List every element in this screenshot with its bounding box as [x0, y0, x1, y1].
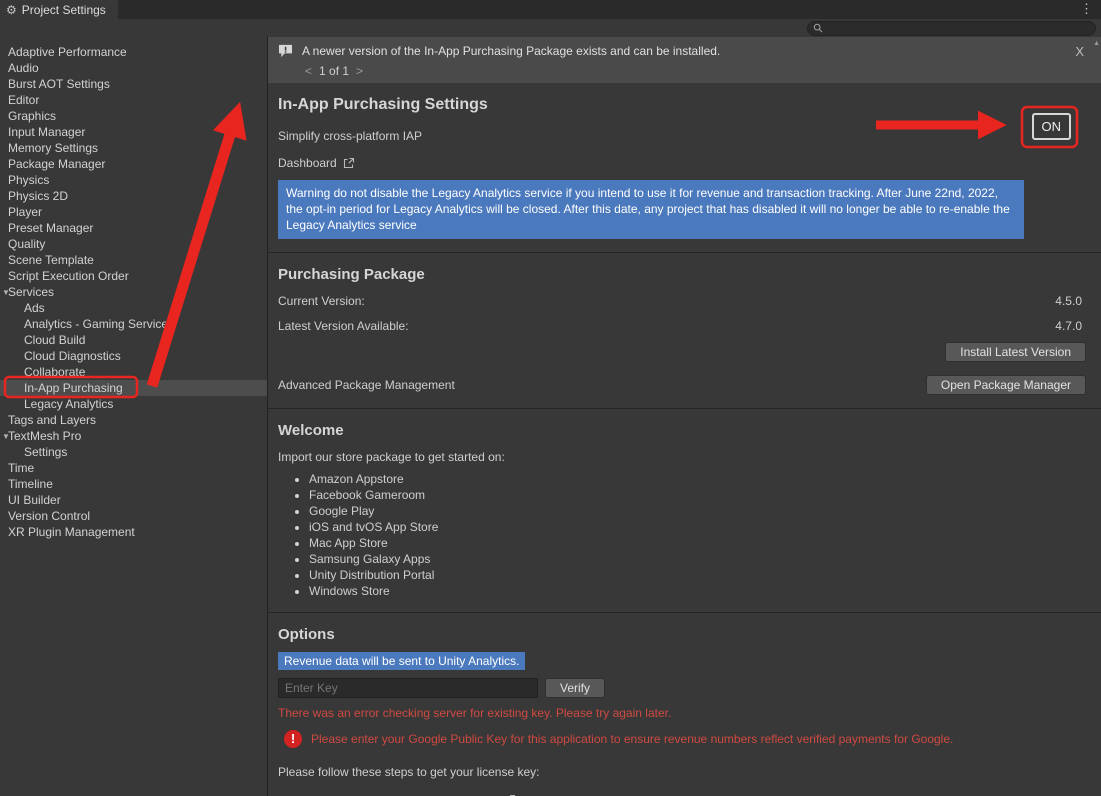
store-list-item: Amazon Appstore — [309, 471, 1101, 487]
notification-bubble-icon — [278, 44, 293, 58]
search-icon — [813, 23, 823, 33]
banner-text: A newer version of the In-App Purchasing… — [302, 44, 720, 58]
key-check-error-text: There was an error checking server for e… — [278, 706, 1101, 720]
settings-sidebar: Adaptive Performance Audio Burst AOT Set… — [0, 37, 267, 796]
store-list-item: Samsung Galaxy Apps — [309, 551, 1101, 567]
sidebar-item-package-manager[interactable]: Package Manager — [0, 156, 267, 172]
open-package-manager-button[interactable]: Open Package Manager — [926, 375, 1086, 395]
sidebar-item-time[interactable]: Time — [0, 460, 267, 476]
sidebar-item-version-control[interactable]: Version Control — [0, 508, 267, 524]
sidebar-item-scene-template[interactable]: Scene Template — [0, 252, 267, 268]
sidebar-item-memory-settings[interactable]: Memory Settings — [0, 140, 267, 156]
update-banner: A newer version of the In-App Purchasing… — [268, 37, 1101, 83]
store-list-item: iOS and tvOS App Store — [309, 519, 1101, 535]
sidebar-item-physics-2d[interactable]: Physics 2D — [0, 188, 267, 204]
sidebar-item-preset-manager[interactable]: Preset Manager — [0, 220, 267, 236]
toolbar — [0, 19, 1101, 37]
sidebar-item-burst-aot-settings[interactable]: Burst AOT Settings — [0, 76, 267, 92]
advanced-package-management-label: Advanced Package Management — [278, 378, 455, 392]
install-latest-version-button[interactable]: Install Latest Version — [945, 342, 1086, 362]
sidebar-item-textmesh-pro[interactable]: ▼TextMesh Pro — [0, 428, 267, 444]
next-page-button[interactable]: > — [356, 64, 363, 78]
sidebar-item-script-execution-order[interactable]: Script Execution Order — [0, 268, 267, 284]
section-divider — [268, 408, 1101, 409]
store-list-item: Windows Store — [309, 583, 1101, 599]
kebab-menu-icon[interactable]: ⋮ — [1080, 0, 1101, 19]
sidebar-item-legacy-analytics[interactable]: Legacy Analytics — [0, 396, 267, 412]
tab-project-settings[interactable]: ⚙ Project Settings — [0, 0, 118, 19]
external-link-icon[interactable] — [343, 157, 355, 169]
sidebar-item-xr-plugin-management[interactable]: XR Plugin Management — [0, 524, 267, 540]
sidebar-item-ads[interactable]: Ads — [0, 300, 267, 316]
verify-button[interactable]: Verify — [545, 678, 605, 698]
sidebar-item-input-manager[interactable]: Input Manager — [0, 124, 267, 140]
sidebar-item-quality[interactable]: Quality — [0, 236, 267, 252]
page-title: In-App Purchasing Settings — [278, 96, 1101, 114]
sidebar-item-timeline[interactable]: Timeline — [0, 476, 267, 492]
analytics-note: Revenue data will be sent to Unity Analy… — [278, 652, 525, 670]
welcome-intro: Import our store package to get started … — [278, 450, 1101, 464]
search-input[interactable] — [827, 22, 1090, 34]
sidebar-item-physics[interactable]: Physics — [0, 172, 267, 188]
legacy-analytics-warning: Warning do not disable the Legacy Analyt… — [278, 180, 1024, 239]
gear-icon: ⚙ — [6, 3, 17, 17]
store-list-item: Mac App Store — [309, 535, 1101, 551]
prev-page-button[interactable]: < — [305, 64, 312, 78]
sidebar-item-ui-builder[interactable]: UI Builder — [0, 492, 267, 508]
sidebar-item-cloud-build[interactable]: Cloud Build — [0, 332, 267, 348]
scroll-up-icon[interactable]: ▲ — [1093, 40, 1100, 47]
welcome-title: Welcome — [278, 422, 1101, 439]
store-list-item: Facebook Gameroom — [309, 487, 1101, 503]
foldout-open-icon[interactable]: ▼ — [1, 285, 11, 301]
sidebar-item-collaborate[interactable]: Collaborate — [0, 364, 267, 380]
options-title: Options — [278, 626, 1101, 643]
store-list: Amazon Appstore Facebook Gameroom Google… — [278, 471, 1101, 599]
store-list-item: Google Play — [309, 503, 1101, 519]
steps-intro: Please follow these steps to get your li… — [278, 765, 1101, 779]
sidebar-item-analytics-gaming-services[interactable]: Analytics - Gaming Services — [0, 316, 267, 332]
latest-version-label: Latest Version Available: — [278, 319, 409, 333]
latest-version-value: 4.7.0 — [1055, 319, 1082, 333]
main-panel: ▲ A newer version of the In-App Purchasi… — [267, 37, 1101, 796]
google-key-warning-text: Please enter your Google Public Key for … — [311, 732, 953, 746]
simplify-label: Simplify cross-platform IAP — [278, 129, 1101, 143]
dashboard-link[interactable]: Dashboard — [278, 156, 337, 170]
section-divider — [268, 612, 1101, 613]
sidebar-item-adaptive-performance[interactable]: Adaptive Performance — [0, 44, 267, 60]
tab-title: Project Settings — [22, 3, 106, 17]
banner-pagination: < 1 of 1 > — [305, 64, 1091, 78]
close-icon[interactable]: X — [1075, 44, 1084, 59]
purchasing-package-title: Purchasing Package — [278, 266, 1101, 283]
current-version-label: Current Version: — [278, 294, 365, 308]
sidebar-item-audio[interactable]: Audio — [0, 60, 267, 76]
sidebar-item-player[interactable]: Player — [0, 204, 267, 220]
sidebar-item-textmesh-settings[interactable]: Settings — [0, 444, 267, 460]
title-bar: ⚙ Project Settings ⋮ — [0, 0, 1101, 19]
google-public-key-input[interactable] — [278, 678, 538, 698]
sidebar-item-in-app-purchasing[interactable]: In-App Purchasing — [0, 380, 267, 396]
section-divider — [268, 252, 1101, 253]
sidebar-item-tags-and-layers[interactable]: Tags and Layers — [0, 412, 267, 428]
current-version-value: 4.5.0 — [1055, 294, 1082, 308]
iap-on-toggle[interactable]: ON — [1032, 113, 1072, 140]
sidebar-item-graphics[interactable]: Graphics — [0, 108, 267, 124]
error-icon: ! — [284, 730, 302, 748]
sidebar-item-cloud-diagnostics[interactable]: Cloud Diagnostics — [0, 348, 267, 364]
sidebar-item-editor[interactable]: Editor — [0, 92, 267, 108]
foldout-open-icon[interactable]: ▼ — [1, 429, 11, 445]
store-list-item: Unity Distribution Portal — [309, 567, 1101, 583]
sidebar-item-services[interactable]: ▼Services — [0, 284, 267, 300]
page-indicator: 1 of 1 — [319, 64, 349, 78]
search-box[interactable] — [807, 21, 1096, 36]
